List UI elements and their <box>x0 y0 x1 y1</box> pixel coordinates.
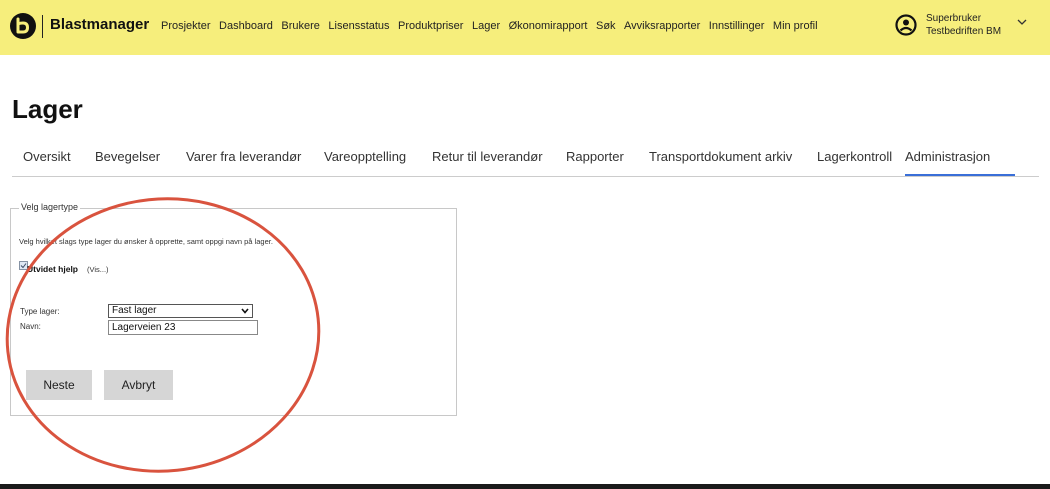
help-label: Utvidet hjelp <box>27 264 79 274</box>
nav-item-innstillinger[interactable]: Innstillinger <box>709 20 765 32</box>
tab-rapporter[interactable]: Rapporter <box>566 149 624 164</box>
tab-bar: Oversikt Bevegelser Varer fra leverandør… <box>12 140 1039 177</box>
type-lager-select[interactable]: Fast lager <box>108 304 253 318</box>
nav-item-lager[interactable]: Lager <box>472 20 500 32</box>
top-navigation-bar: Blastmanager Prosjekter Dashboard Bruker… <box>0 0 1050 55</box>
nav-item-lisensstatus[interactable]: Lisensstatus <box>328 20 389 32</box>
tab-oversikt[interactable]: Oversikt <box>23 149 71 164</box>
type-lager-label: Type lager: <box>20 307 60 316</box>
page-title: Lager <box>12 94 83 124</box>
intro-text: Velg hvilket slags type lager du ønsker … <box>19 237 273 246</box>
fieldset-legend: Velg lagertype <box>19 202 81 212</box>
cancel-button[interactable]: Avbryt <box>104 370 173 400</box>
nav-item-produktpriser[interactable]: Produktpriser <box>398 20 463 32</box>
navn-label: Navn: <box>20 322 41 331</box>
next-button[interactable]: Neste <box>26 370 92 400</box>
user-role: Superbruker <box>926 13 982 24</box>
help-show-link[interactable]: (Vis...) <box>87 265 109 274</box>
main-nav: Prosjekter Dashboard Brukere Lisensstatu… <box>161 20 826 32</box>
tab-retur-til-leverandor[interactable]: Retur til leverandør <box>432 149 543 164</box>
tab-administrasjon[interactable]: Administrasjon <box>905 149 990 164</box>
nav-item-avviksrapporter[interactable]: Avviksrapporter <box>624 20 700 32</box>
tab-lagerkontroll[interactable]: Lagerkontroll <box>817 149 892 164</box>
user-company: Testbedriften BM <box>926 26 1002 37</box>
chevron-down-icon[interactable] <box>1016 17 1028 27</box>
tab-bevegelser[interactable]: Bevegelser <box>95 149 160 164</box>
nav-item-min-profil[interactable]: Min profil <box>773 20 818 32</box>
user-name[interactable]: Superbruker Testbedriften BM <box>926 12 1001 38</box>
tab-varer-fra-leverandor[interactable]: Varer fra leverandør <box>186 149 301 164</box>
logo-divider <box>42 15 43 38</box>
active-tab-indicator <box>905 174 1015 176</box>
nav-item-dashboard[interactable]: Dashboard <box>219 20 273 32</box>
chevron-down-icon <box>241 308 249 314</box>
brand-name[interactable]: Blastmanager <box>50 16 149 33</box>
tab-vareopptelling[interactable]: Vareopptelling <box>324 149 406 164</box>
nav-item-okonomirapport[interactable]: Økonomirapport <box>509 20 588 32</box>
nav-item-sok[interactable]: Søk <box>596 20 616 32</box>
blastmanager-logo-icon[interactable] <box>10 13 36 39</box>
type-lager-selected-value: Fast lager <box>112 305 157 316</box>
nav-item-brukere[interactable]: Brukere <box>281 20 320 32</box>
user-avatar-icon[interactable] <box>895 14 917 36</box>
navn-input[interactable]: Lagerveien 23 <box>108 320 258 335</box>
lagertype-fieldset: Velg lagertype Velg hvilket slags type l… <box>10 202 457 416</box>
bottom-bar <box>0 484 1050 489</box>
nav-item-prosjekter[interactable]: Prosjekter <box>161 20 211 32</box>
tab-transportdokument-arkiv[interactable]: Transportdokument arkiv <box>649 149 792 164</box>
